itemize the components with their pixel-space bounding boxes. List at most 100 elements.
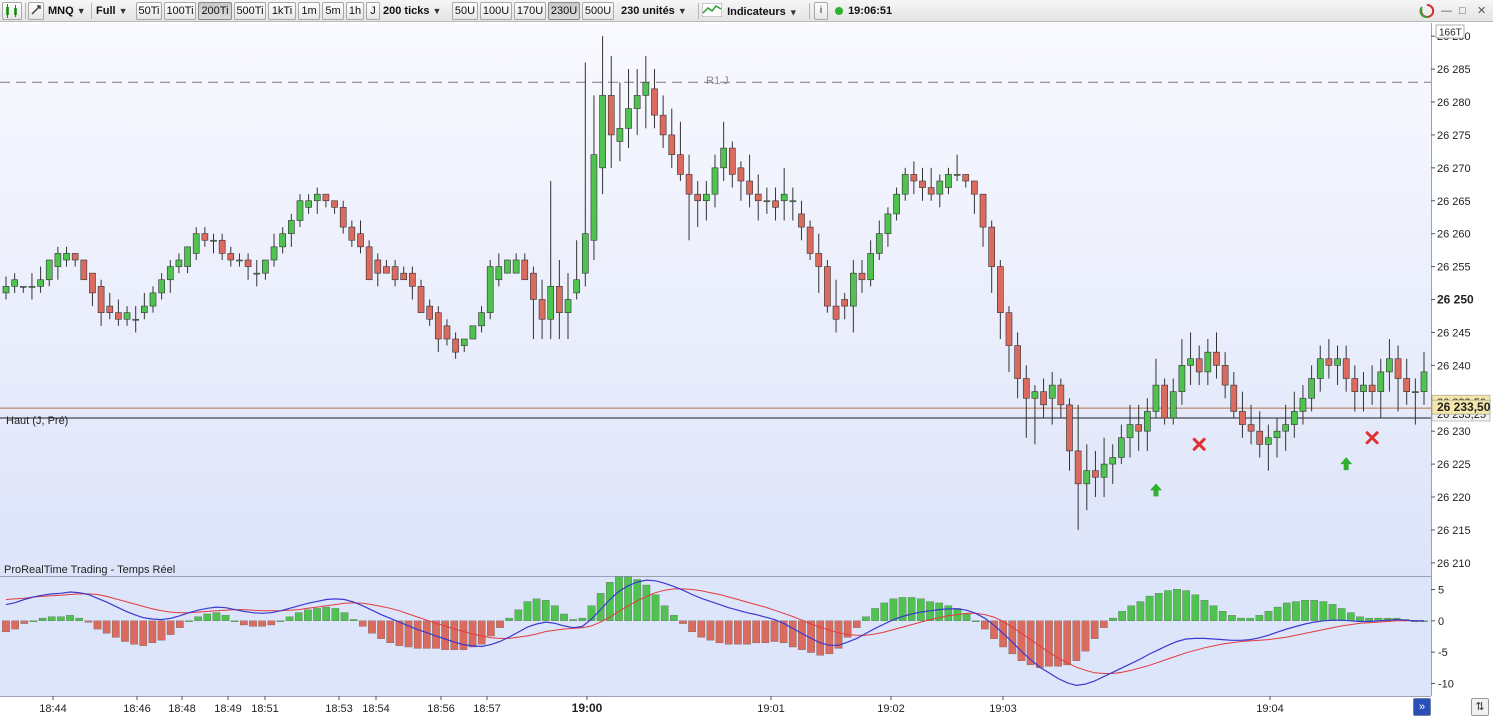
tick-button-200ti[interactable]: 200Ti [198,2,232,20]
unit-count-selector[interactable]: 230 unités ▼ [620,2,698,20]
chart-canvas[interactable]: 26 29026 28526 28026 27526 27026 26526 2… [0,23,1493,716]
candle [1420,352,1428,405]
candle [443,319,451,346]
candle [123,306,131,326]
candle-body [1195,358,1203,373]
buy-arrow-icon [1340,457,1353,471]
candle-body [772,200,779,208]
candle-body [19,286,27,288]
minimize-button[interactable]: — [1440,2,1454,20]
candle-body [1100,463,1108,478]
candle-body [331,200,338,208]
candle-body [71,253,79,261]
tick-button-1m[interactable]: 1m [298,2,320,20]
chevron-down-icon: ▼ [118,6,128,16]
unit-button-100u[interactable]: 100U [480,2,512,20]
candle-body [409,272,416,287]
tick-count-selector[interactable]: 200 ticks ▼ [382,2,448,20]
unit-button-230u[interactable]: 230U [548,2,580,20]
indicators-icon [701,2,723,22]
candle [365,240,373,281]
tick-button-1h[interactable]: 1h [346,2,364,20]
info-button[interactable]: i [814,2,828,20]
maximize-button[interactable]: □ [1458,2,1472,20]
candle [1230,371,1238,418]
histogram-bar [304,609,312,621]
candle [1152,358,1160,418]
symbol-selector[interactable]: MNQ ▼ [47,2,91,20]
time-tick-label: 19:01 [757,703,785,715]
tick-button-50ti[interactable]: 50Ti [136,2,162,20]
candle [711,154,719,208]
candle [919,167,926,201]
candle [106,292,114,320]
candle-body [1031,391,1039,399]
macd-line [5,579,1424,687]
histogram-bar [1310,600,1319,621]
scale-button[interactable]: ⇅ [1471,698,1489,716]
tick-button-5m[interactable]: 5m [322,2,344,20]
histogram-bar [944,605,953,621]
candle [1239,391,1246,438]
price-tick-label: 26 220 [1437,492,1471,504]
candle-body [244,259,252,267]
price-tick-label: 26 285 [1437,64,1471,76]
candle [953,154,961,181]
candle-body [1169,391,1177,419]
link-icon[interactable] [28,2,44,20]
candle-body [495,266,503,281]
period-mode-selector[interactable]: Full ▼ [95,2,133,20]
candle-body [711,167,719,195]
histogram-bar [1365,617,1373,621]
candle-body [979,193,987,228]
refresh-icon[interactable] [1418,2,1436,20]
candle-body [1394,358,1402,379]
candle-body [141,305,148,313]
time-tick-label: 19:02 [877,703,905,715]
candle-body [953,174,961,176]
unit-button-500u[interactable]: 500U [582,2,614,20]
candle [1290,391,1298,438]
tick-button-100ti[interactable]: 100Ti [164,2,196,20]
candle-body [1057,384,1065,406]
candle [858,260,866,293]
histogram-bar [1118,611,1126,621]
candle [469,325,477,340]
histogram-bar [130,620,138,645]
close-button[interactable]: ✕ [1476,2,1490,20]
scroll-right-button[interactable]: » [1413,698,1431,716]
candle [1316,345,1324,392]
histogram-bar [368,620,376,634]
candle-body [1386,358,1393,373]
price-tick-label: 26 270 [1437,163,1471,175]
histogram-bar [413,620,422,649]
candle [1135,404,1142,451]
candle-body [1325,358,1333,366]
tick-button-1kti[interactable]: 1kTi [268,2,296,20]
chart-type-icon[interactable] [2,2,22,20]
tick-button-500ti[interactable]: 500Ti [234,2,266,20]
candle [331,200,338,214]
price-tick-label: 26 215 [1437,525,1471,537]
tick-button-j[interactable]: J [366,2,380,20]
time-tick-label: 19:04 [1256,703,1284,715]
histogram-bar [1301,600,1309,621]
candle [460,338,468,353]
candle-body [123,312,131,320]
data-source-label: ProRealTime Trading - Temps Réel [4,564,176,576]
r1-level-label: R1 J [706,75,729,87]
unit-button-170u[interactable]: 170U [514,2,546,20]
candle [348,220,356,247]
indicators-button[interactable]: Indicateurs ▼ [701,2,807,20]
histogram-bar [230,620,239,622]
unit-button-50u[interactable]: 50U [452,2,478,20]
candle-body [400,272,408,281]
candle [1178,339,1186,405]
histogram-bar [551,605,559,621]
candle-body [659,114,667,136]
histogram-bar [1026,620,1035,666]
candle [313,187,321,214]
candle [659,95,667,149]
indicator-tick-label: -10 [1438,678,1454,690]
time-tick-label: 18:56 [427,703,455,715]
